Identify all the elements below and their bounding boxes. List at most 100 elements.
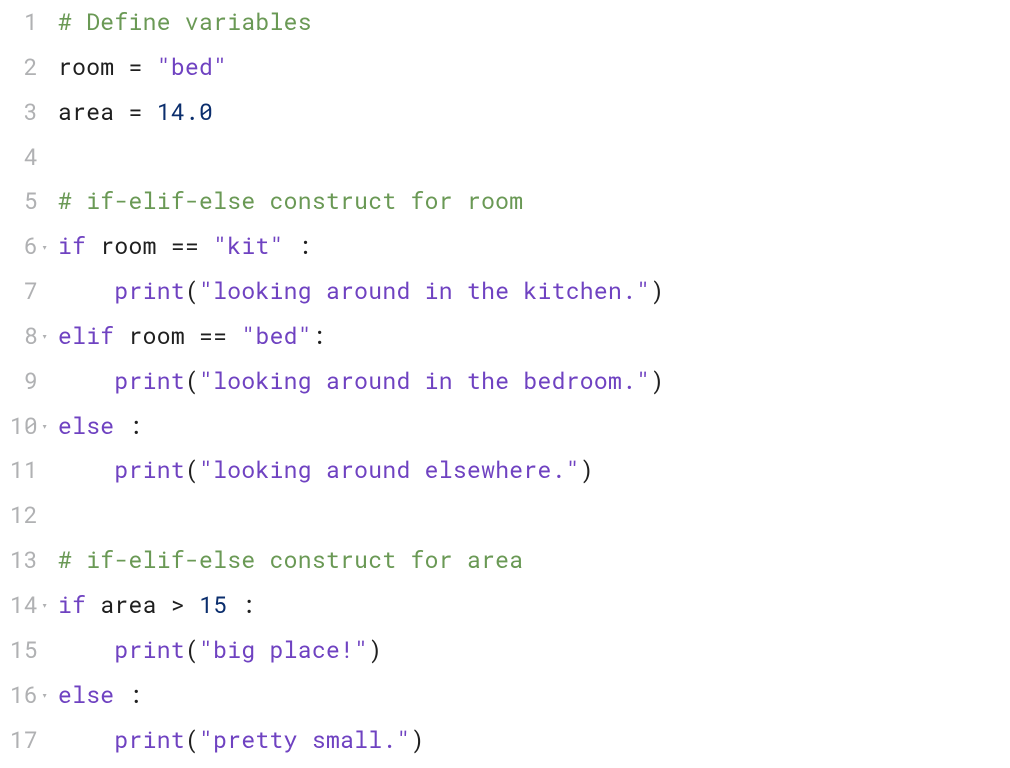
token-keyword: elif <box>58 321 114 351</box>
token-default <box>114 680 128 710</box>
token-default: room <box>114 321 199 351</box>
token-operator: = <box>129 52 143 82</box>
code-area[interactable]: # Define variablesroom = "bed"area = 14.… <box>48 0 664 762</box>
token-string: "kit" <box>213 231 284 261</box>
code-line[interactable]: # if-elif-else construct for room <box>58 179 664 224</box>
fold-chevron-icon[interactable]: ▾ <box>42 416 48 436</box>
code-editor[interactable]: 123456▾78▾910▾11121314▾1516▾17 # Define … <box>0 0 1010 762</box>
line-number: 2 <box>0 45 38 90</box>
code-line[interactable]: room = "bed" <box>58 45 664 90</box>
token-default <box>284 231 298 261</box>
token-comment: # if-elif-else construct for area <box>58 545 523 575</box>
code-line[interactable]: # if-elif-else construct for area <box>58 538 664 583</box>
token-default <box>227 321 241 351</box>
code-line[interactable]: else : <box>58 673 664 718</box>
token-indent <box>58 725 114 755</box>
line-number: 11 <box>0 448 38 493</box>
token-operator: > <box>171 590 185 620</box>
token-operator: : <box>129 411 143 441</box>
fold-chevron-icon[interactable]: ▾ <box>42 685 48 705</box>
line-number: 12 <box>0 493 38 538</box>
token-default <box>114 411 128 441</box>
token-operator: : <box>298 231 312 261</box>
line-number: 1 <box>0 0 38 45</box>
token-keyword: if <box>58 231 86 261</box>
token-indent <box>58 455 114 485</box>
line-number-gutter: 123456▾78▾910▾11121314▾1516▾17 <box>0 0 48 762</box>
code-line[interactable]: # Define variables <box>58 0 664 45</box>
token-default <box>199 231 213 261</box>
token-string: "looking around elsewhere." <box>199 455 580 485</box>
token-default <box>143 97 157 127</box>
token-string: "bed" <box>157 52 228 82</box>
token-builtin: print <box>114 276 185 306</box>
token-default: ( <box>185 635 199 665</box>
token-indent <box>58 635 114 665</box>
token-operator: : <box>312 321 326 351</box>
code-line[interactable]: print("looking around elsewhere.") <box>58 448 664 493</box>
token-operator: : <box>241 590 255 620</box>
line-number: 16▾ <box>0 673 38 718</box>
line-number: 6▾ <box>0 224 38 269</box>
code-line[interactable]: elif room == "bed": <box>58 314 664 359</box>
line-number: 9 <box>0 359 38 404</box>
code-line[interactable]: print("big place!") <box>58 628 664 673</box>
line-number: 8▾ <box>0 314 38 359</box>
token-keyword: if <box>58 590 86 620</box>
token-keyword: else <box>58 680 114 710</box>
token-default: ( <box>185 725 199 755</box>
token-number: 15 <box>199 590 227 620</box>
token-builtin: print <box>114 635 185 665</box>
token-builtin: print <box>114 366 185 396</box>
token-default <box>227 590 241 620</box>
token-default <box>143 52 157 82</box>
code-line[interactable]: if area > 15 : <box>58 583 664 628</box>
token-default: ) <box>650 366 664 396</box>
code-line[interactable]: else : <box>58 404 664 449</box>
token-operator: : <box>129 680 143 710</box>
token-number: 14.0 <box>157 97 213 127</box>
line-number: 10▾ <box>0 404 38 449</box>
token-indent <box>58 276 114 306</box>
token-default: ) <box>368 635 382 665</box>
line-number: 5 <box>0 179 38 224</box>
token-operator: == <box>199 321 227 351</box>
token-builtin: print <box>114 725 185 755</box>
code-line[interactable]: print("looking around in the bedroom.") <box>58 359 664 404</box>
token-string: "big place!" <box>199 635 368 665</box>
fold-chevron-icon[interactable]: ▾ <box>42 327 48 347</box>
token-default: ) <box>650 276 664 306</box>
token-default: ) <box>411 725 425 755</box>
token-string: "looking around in the kitchen." <box>199 276 650 306</box>
token-default: ( <box>185 455 199 485</box>
token-string: "bed" <box>241 321 312 351</box>
code-line[interactable]: area = 14.0 <box>58 90 664 135</box>
token-operator: == <box>171 231 199 261</box>
token-default: ) <box>580 455 594 485</box>
token-operator: = <box>129 97 143 127</box>
token-string: "looking around in the bedroom." <box>199 366 650 396</box>
line-number: 3 <box>0 90 38 135</box>
token-default <box>185 590 199 620</box>
line-number: 7 <box>0 269 38 314</box>
fold-chevron-icon[interactable]: ▾ <box>42 237 48 257</box>
fold-chevron-icon[interactable]: ▾ <box>42 596 48 616</box>
code-line[interactable] <box>58 493 664 538</box>
line-number: 17 <box>0 718 38 763</box>
line-number: 14▾ <box>0 583 38 628</box>
code-line[interactable]: print("looking around in the kitchen.") <box>58 269 664 314</box>
code-line[interactable]: print("pretty small.") <box>58 718 664 763</box>
token-default: ( <box>185 366 199 396</box>
token-default: area <box>58 97 129 127</box>
token-comment: # Define variables <box>58 7 312 37</box>
token-default: room <box>86 231 171 261</box>
token-default: ( <box>185 276 199 306</box>
code-line[interactable] <box>58 135 664 180</box>
token-default: room <box>58 52 129 82</box>
token-builtin: print <box>114 455 185 485</box>
token-string: "pretty small." <box>199 725 411 755</box>
code-line[interactable]: if room == "kit" : <box>58 224 664 269</box>
token-indent <box>58 366 114 396</box>
line-number: 4 <box>0 135 38 180</box>
token-default: area <box>86 590 171 620</box>
